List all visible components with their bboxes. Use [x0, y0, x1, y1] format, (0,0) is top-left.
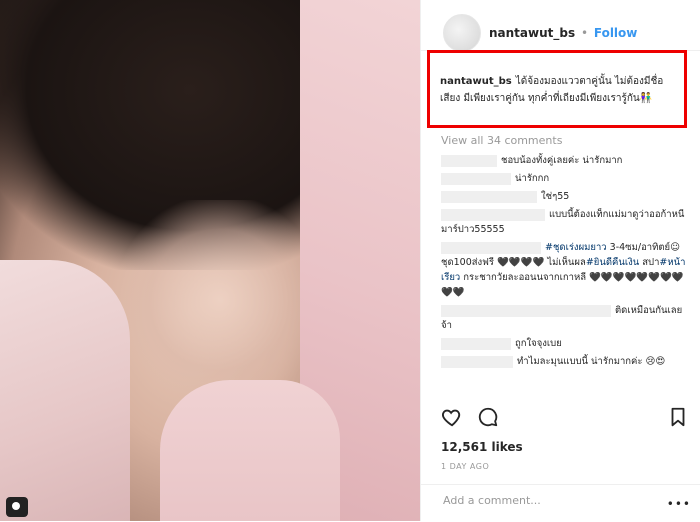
likes-count[interactable]: 12,561 likes — [441, 440, 523, 454]
caption-username[interactable]: nantawut_bs — [440, 76, 512, 87]
comment-hashtag[interactable]: #ยินดีคืนเงิน — [586, 257, 639, 268]
redacted-username[interactable] — [441, 355, 513, 368]
post-sidebar: nantawut_bs • Follow nantawut_bs ได้จ้องม… — [420, 0, 700, 521]
caption: nantawut_bs ได้จ้องมองแววตาคู่นั้น ไม่ต้อ… — [440, 73, 674, 107]
comment-text: ใช่ๆ55 — [541, 191, 570, 202]
post-timestamp: 1 DAY AGO — [441, 462, 490, 471]
caption-highlight-box: nantawut_bs ได้จ้องมองแววตาคู่นั้น ไม่ต้อ… — [427, 50, 687, 128]
redacted-username[interactable] — [441, 172, 511, 185]
comment-item: ทำไมละมุนแบบนี้ น่ารักมากค่ะ 😢😍 — [441, 354, 689, 369]
header-user-line: nantawut_bs • Follow — [489, 26, 637, 40]
header-separator: • — [580, 26, 589, 40]
photo-pillow-left — [0, 260, 130, 521]
follow-button[interactable]: Follow — [594, 26, 638, 40]
comment-text: ชอบน้องทั้งคู่เลยค่ะ น่ารักมาก — [501, 155, 623, 166]
comment-item: น่ารักกก — [441, 171, 689, 186]
redacted-username[interactable] — [441, 337, 511, 350]
camera-icon — [6, 497, 28, 517]
view-all-comments-link[interactable]: View all 34 comments — [441, 134, 562, 147]
redacted-username[interactable] — [441, 190, 537, 203]
post-photo[interactable] — [0, 0, 420, 521]
comment-item: #ชุดเร่งผมยาว 3-4ซม/อาทิตย์☺ ชุด100ส่งฟร… — [441, 240, 689, 300]
comment-text: ถูกใจจุงเบย — [515, 338, 562, 349]
comment-item: แบบนี้ต้องแท็กแม่มาดูว่าออก้าหนีมาร์ปาว5… — [441, 207, 689, 237]
comment-icon[interactable] — [477, 406, 499, 428]
comment-list: ชอบน้องทั้งคู่เลยค่ะ น่ารักมาก น่ารักกก … — [441, 153, 689, 403]
heart-icon[interactable] — [441, 406, 463, 428]
photo-pillow-bottom — [160, 380, 340, 521]
post-header: nantawut_bs • Follow — [421, 0, 700, 52]
comment-text: น่ารักกก — [515, 173, 550, 184]
redacted-username[interactable] — [441, 154, 497, 167]
photo-face — [120, 200, 320, 400]
redacted-username[interactable] — [441, 208, 545, 221]
more-icon[interactable]: ••• — [667, 497, 691, 511]
comment-hashtag[interactable]: #ชุดเร่งผมยาว — [545, 242, 607, 253]
comment-text: ทำไมละมุนแบบนี้ น่ารักมากค่ะ 😢😍 — [517, 356, 666, 367]
comment-item: ใช่ๆ55 — [441, 189, 689, 204]
action-bar — [441, 406, 689, 434]
redacted-username[interactable] — [441, 241, 541, 254]
header-username[interactable]: nantawut_bs — [489, 26, 575, 40]
comment-item: ชอบน้องทั้งคู่เลยค่ะ น่ารักมาก — [441, 153, 689, 168]
add-comment-input[interactable] — [441, 493, 645, 508]
bookmark-icon[interactable] — [667, 406, 689, 428]
avatar[interactable] — [443, 14, 481, 52]
instagram-post: nantawut_bs • Follow nantawut_bs ได้จ้องม… — [0, 0, 700, 521]
redacted-username[interactable] — [441, 304, 611, 317]
add-comment-bar: ••• — [421, 484, 700, 522]
comment-item: ติดเหมือนกันเลยจ้า — [441, 303, 689, 333]
comment-item: ถูกใจจุงเบย — [441, 336, 689, 351]
comment-text: กระชากวัยละออนนจากเกาหลี 🖤🖤🖤🖤🖤🖤🖤🖤🖤🖤 — [441, 272, 684, 298]
comment-text: สปา — [639, 257, 660, 268]
